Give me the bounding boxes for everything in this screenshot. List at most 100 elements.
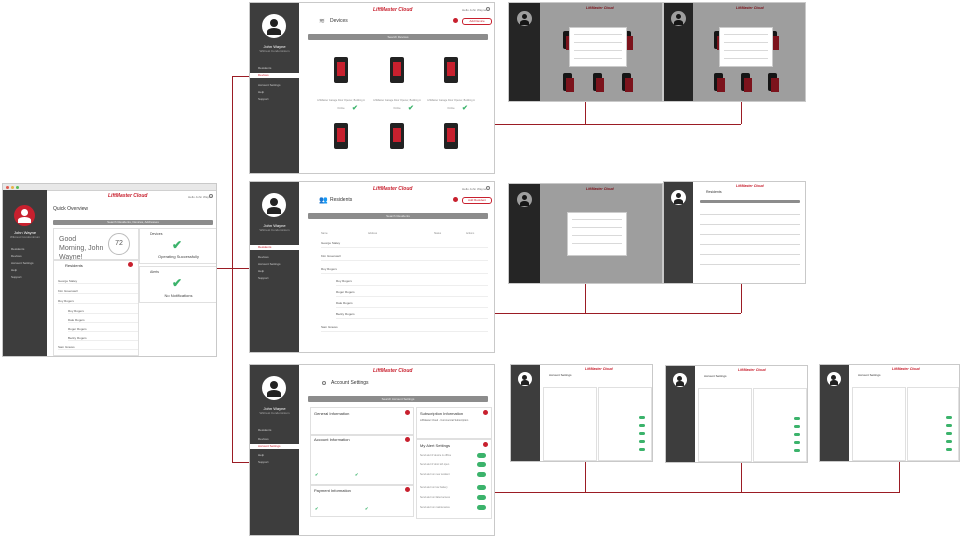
list-item[interactable]: Kim Greenwell — [58, 289, 138, 294]
alert-toggle[interactable] — [639, 448, 645, 451]
search-input[interactable]: Search Residents — [308, 213, 488, 219]
nav-residents[interactable]: Residents — [258, 66, 271, 70]
alert-row: Send alert on failed access — [420, 496, 451, 499]
modal-line — [724, 34, 768, 35]
edit-icon[interactable] — [405, 437, 410, 442]
search-input[interactable]: Search Residents, Devices, Addresses — [53, 220, 213, 225]
search-input[interactable] — [700, 200, 800, 203]
device-image — [334, 57, 348, 83]
connector-acc-v1 — [585, 462, 586, 492]
search-input[interactable]: Search Devices — [308, 34, 488, 40]
avatar-head — [676, 193, 681, 198]
alert-toggle[interactable] — [946, 448, 952, 451]
nav-residents[interactable]: Residents — [250, 245, 299, 250]
edit-icon[interactable] — [453, 197, 458, 202]
nav-devices[interactable]: Devices — [250, 73, 299, 78]
edit-icon[interactable] — [405, 410, 410, 415]
nav-support[interactable]: Support — [258, 276, 269, 280]
account-settings-window: John Wayne Wilcrest Condominium Resident… — [249, 364, 495, 536]
nav-account-settings[interactable]: Account Settings — [250, 444, 299, 449]
gear-icon[interactable] — [209, 194, 213, 198]
alert-toggle[interactable] — [639, 424, 645, 427]
edit-icon[interactable] — [483, 410, 488, 415]
alert-toggle[interactable] — [477, 505, 486, 510]
alert-toggle[interactable] — [794, 425, 800, 428]
alert-toggle[interactable] — [794, 449, 800, 452]
table-row[interactable]: Roger Rogers — [336, 290, 488, 297]
page-title: Account Settings — [858, 373, 881, 377]
residents-card[interactable]: Residents George Staley Kim Greenwell Ro… — [53, 260, 139, 356]
alerts-card[interactable]: Alerts ✔ No Notifications — [139, 266, 216, 303]
table-row[interactable]: Becky Rogers — [336, 312, 488, 319]
list-item[interactable]: Sam Graves — [58, 345, 138, 350]
nav-account-settings[interactable]: Account Settings — [11, 261, 34, 265]
topbar-user[interactable]: Hello John Wayne — [462, 187, 486, 191]
nav-help[interactable]: Help — [258, 269, 264, 273]
general-info-card: General Information — [310, 407, 414, 435]
alert-toggle[interactable] — [639, 416, 645, 419]
search-input[interactable]: Search Account Settings — [308, 396, 488, 402]
alert-toggle[interactable] — [794, 441, 800, 444]
nav-residents[interactable]: Residents — [11, 247, 24, 251]
avatar-body — [676, 381, 684, 386]
alert-toggle[interactable] — [477, 472, 486, 477]
avatar — [262, 14, 286, 38]
residents-table: Name Address Status Actions George Stale… — [308, 232, 488, 350]
nav-account-settings[interactable]: Account Settings — [258, 262, 281, 266]
alert-toggle[interactable] — [794, 417, 800, 420]
list-item[interactable]: Dale Rogers — [68, 318, 138, 323]
nav-devices[interactable]: Devices — [258, 255, 269, 259]
alert-toggle[interactable] — [794, 433, 800, 436]
list-item[interactable]: Becky Rogers — [68, 336, 138, 341]
edit-icon[interactable] — [483, 442, 488, 447]
alert-toggle[interactable] — [477, 485, 486, 490]
alert-toggle[interactable] — [946, 424, 952, 427]
edit-icon[interactable] — [453, 18, 458, 23]
nav-devices[interactable]: Devices — [11, 254, 22, 258]
alert-toggle[interactable] — [946, 416, 952, 419]
table-row[interactable]: Dale Rogers — [336, 301, 488, 308]
table-row[interactable]: Kim Greenwell — [321, 254, 488, 261]
alert-toggle[interactable] — [946, 432, 952, 435]
gear-icon[interactable] — [486, 186, 490, 190]
alert-toggle[interactable] — [639, 440, 645, 443]
add-resident-button[interactable]: Add Resident — [462, 197, 492, 204]
devices-card[interactable]: Devices ✔ Operating Successfully — [139, 228, 216, 264]
alert-toggle[interactable] — [477, 495, 486, 500]
user-subtitle: Wilcrest Condominium — [9, 235, 40, 239]
list-item[interactable]: Roger Rogers — [68, 327, 138, 332]
alert-row: Send alert on low battery — [420, 486, 448, 489]
nav-help[interactable]: Help — [258, 90, 264, 94]
device-modal — [719, 27, 773, 67]
alert-toggle[interactable] — [477, 453, 486, 458]
edit-icon[interactable] — [128, 262, 133, 267]
table-row[interactable]: Sam Graves — [321, 325, 488, 332]
nav-residents[interactable]: Residents — [258, 428, 271, 432]
alert-toggle[interactable] — [946, 440, 952, 443]
page-title: Devices — [330, 18, 348, 24]
alert-toggle[interactable] — [639, 432, 645, 435]
nav-support[interactable]: Support — [258, 97, 269, 101]
table-row[interactable]: Roy Rogers — [336, 279, 488, 286]
list-item[interactable]: George Staley — [58, 279, 138, 284]
table-row[interactable]: Roy Rogers — [321, 267, 488, 274]
nav-support[interactable]: Support — [11, 275, 22, 279]
temperature: 72 — [115, 240, 123, 247]
nav-help[interactable]: Help — [258, 453, 264, 457]
table-row[interactable]: George Staley — [321, 241, 488, 248]
edit-icon[interactable] — [405, 487, 410, 492]
list-item[interactable]: Roy Rogers — [58, 299, 138, 304]
add-device-button[interactable]: Add Device — [462, 18, 492, 25]
alert-toggle[interactable] — [477, 462, 486, 467]
nav-support[interactable]: Support — [258, 460, 269, 464]
modal-line — [574, 34, 622, 35]
connector-dev-v1 — [585, 102, 586, 124]
nav-account-settings[interactable]: Account Settings — [258, 83, 281, 87]
col-address: Address — [368, 232, 378, 235]
gear-icon[interactable] — [486, 7, 490, 11]
nav-devices[interactable]: Devices — [258, 437, 269, 441]
nav-help[interactable]: Help — [11, 268, 17, 272]
list-item[interactable]: Roy Rogers — [68, 309, 138, 314]
topbar-user[interactable]: Hello John Wayne — [462, 8, 486, 12]
avatar-body — [267, 207, 281, 214]
